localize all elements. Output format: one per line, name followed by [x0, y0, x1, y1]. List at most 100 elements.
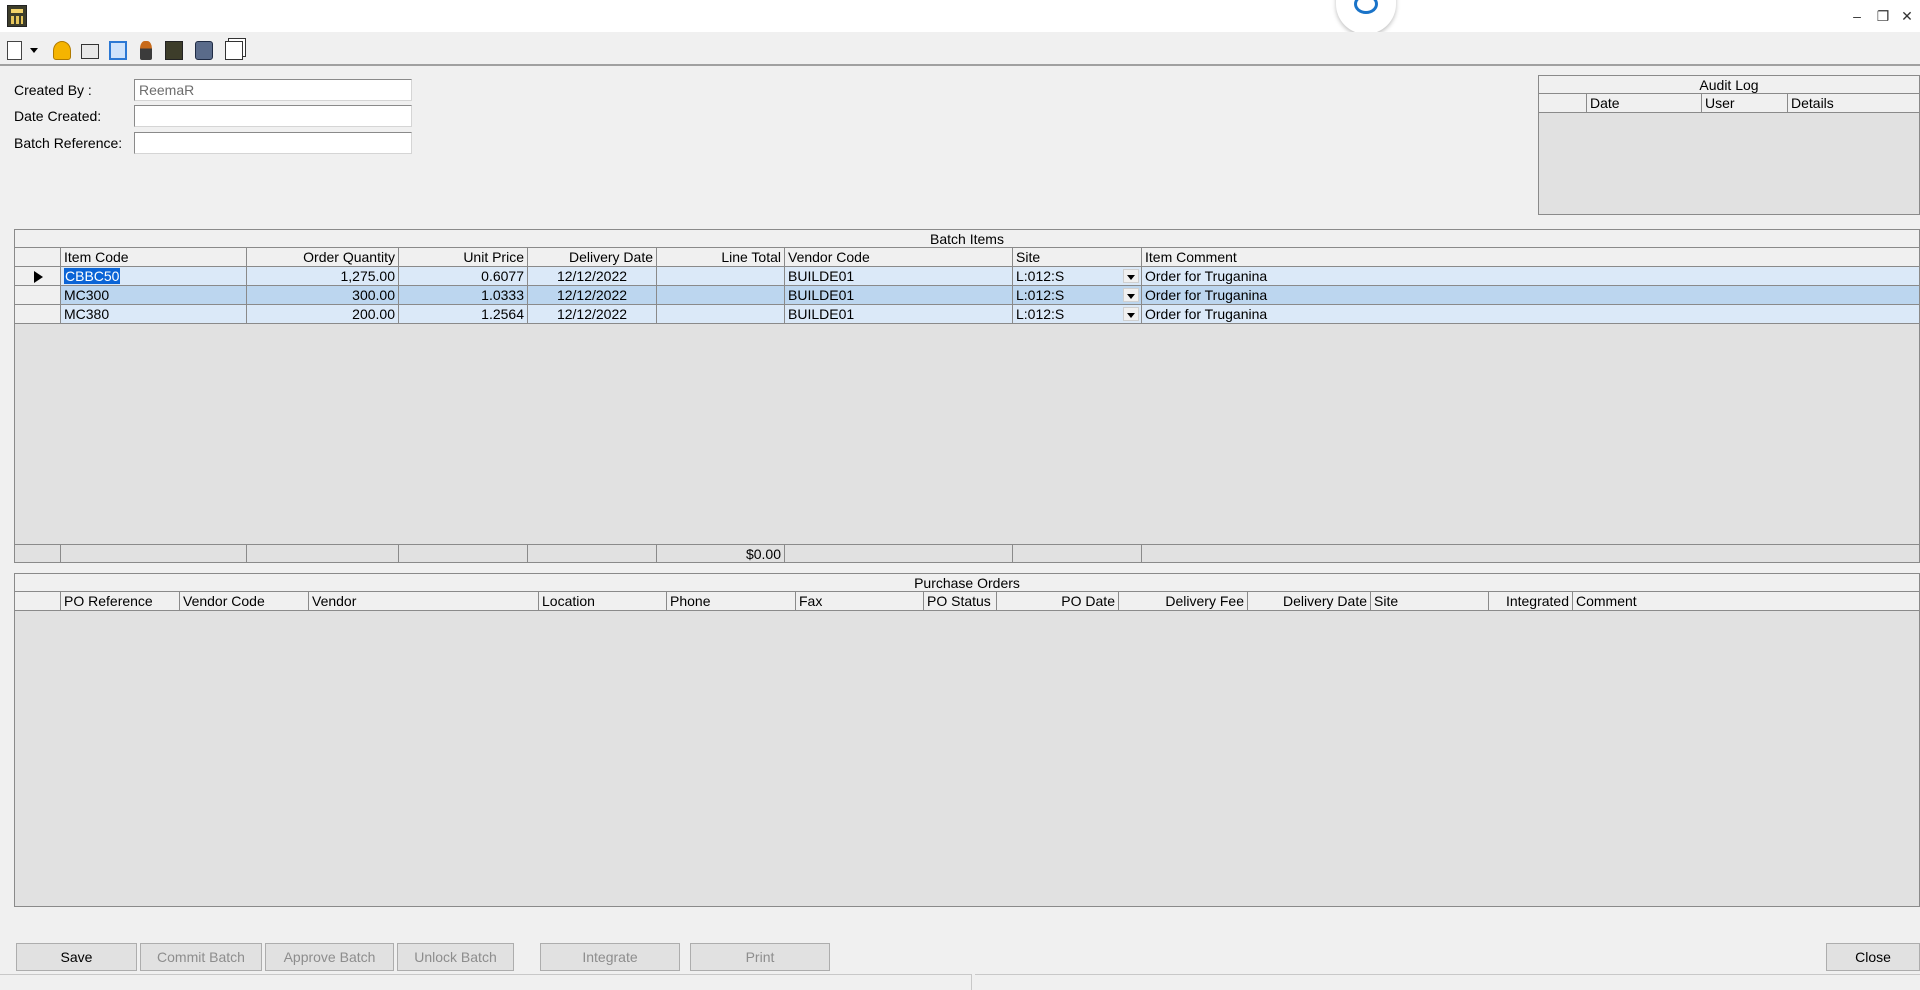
table-row-delivery-date[interactable]: 12/12/2022: [528, 286, 657, 305]
table-row-unit-price[interactable]: 1.0333: [399, 286, 528, 305]
table-row-site[interactable]: L:012:S: [1013, 267, 1142, 286]
table-row-order-quantity[interactable]: 300.00: [247, 286, 399, 305]
audit-log-header-details[interactable]: Details: [1788, 94, 1919, 113]
header-location[interactable]: Location: [539, 592, 667, 611]
header-po-date[interactable]: PO Date: [997, 592, 1119, 611]
table-row-vendor-code[interactable]: BUILDE01: [785, 286, 1013, 305]
new-dropdown-button[interactable]: [26, 37, 42, 63]
approve-batch-button[interactable]: Approve Batch: [265, 943, 394, 971]
table-row-item-comment[interactable]: Order for Truganina: [1142, 305, 1919, 324]
header-delivery-fee[interactable]: Delivery Fee: [1119, 592, 1248, 611]
restore-button[interactable]: ❐: [1872, 6, 1894, 26]
table-row-vendor-code[interactable]: BUILDE01: [785, 267, 1013, 286]
audit-log-header-user[interactable]: User: [1702, 94, 1788, 113]
folder-button[interactable]: [76, 37, 102, 63]
lock-button[interactable]: [48, 37, 74, 63]
status-bar-right: [975, 974, 1920, 990]
cube-button[interactable]: [190, 37, 216, 63]
header-vendor[interactable]: Vendor: [309, 592, 539, 611]
audit-log-header-date[interactable]: Date: [1587, 94, 1702, 113]
batch-items-title: Batch Items: [15, 230, 1919, 248]
title-bar: – ❐ ✕: [0, 0, 1920, 34]
copy-button[interactable]: [104, 37, 130, 63]
table-row-order-quantity[interactable]: 200.00: [247, 305, 399, 324]
integrate-button[interactable]: Integrate: [540, 943, 680, 971]
totals-vendor-code: [785, 544, 1013, 562]
user-button[interactable]: [132, 37, 158, 63]
toolbar: [0, 32, 1920, 66]
current-row-pointer-icon: [34, 271, 43, 283]
lock-icon: [53, 41, 71, 60]
totals-item-comment: [1142, 544, 1919, 562]
commit-batch-button[interactable]: Commit Batch: [140, 943, 262, 971]
table-row-line-total[interactable]: [657, 305, 785, 324]
row-selector[interactable]: [15, 286, 61, 305]
header-comment[interactable]: Comment: [1573, 592, 1919, 611]
table-row-site[interactable]: L:012:S: [1013, 305, 1142, 324]
site-text: L:012:S: [1016, 287, 1065, 303]
folder-icon: [81, 44, 99, 59]
sync-bubble[interactable]: [1336, 0, 1396, 34]
batch-items-grid[interactable]: Batch Items Item Code Order Quantity Uni…: [14, 229, 1920, 563]
table-row-item-code[interactable]: MC380: [61, 305, 247, 324]
table-row-vendor-code[interactable]: BUILDE01: [785, 305, 1013, 324]
table-row-item-comment[interactable]: Order for Truganina: [1142, 267, 1919, 286]
batch-reference-field[interactable]: [134, 132, 412, 154]
header-vendor-code[interactable]: Vendor Code: [785, 248, 1013, 267]
row-selector[interactable]: [15, 267, 61, 286]
header-po-reference[interactable]: PO Reference: [61, 592, 180, 611]
close-button[interactable]: Close: [1826, 943, 1920, 971]
table-row-delivery-date[interactable]: 12/12/2022: [528, 267, 657, 286]
site-dropdown-icon[interactable]: [1123, 269, 1139, 283]
purchase-orders-title: Purchase Orders: [15, 574, 1919, 592]
row-selector[interactable]: [15, 305, 61, 324]
audit-log-grid[interactable]: Audit Log Date User Details: [1538, 75, 1920, 215]
header-order-quantity[interactable]: Order Quantity: [247, 248, 399, 267]
header-po-delivery-date[interactable]: Delivery Date: [1248, 592, 1371, 611]
new-document-button[interactable]: [2, 37, 28, 63]
table-row-item-code[interactable]: MC300: [61, 286, 247, 305]
created-by-field[interactable]: ReemaR: [134, 79, 412, 101]
header-unit-price[interactable]: Unit Price: [399, 248, 528, 267]
header-po-status[interactable]: PO Status: [924, 592, 997, 611]
table-row-item-code[interactable]: CBBC50: [61, 267, 247, 286]
table-row-delivery-date[interactable]: 12/12/2022: [528, 305, 657, 324]
table-row-item-comment[interactable]: Order for Truganina: [1142, 286, 1919, 305]
table-row-unit-price[interactable]: 1.2564: [399, 305, 528, 324]
table-row-line-total[interactable]: [657, 286, 785, 305]
header-integrated[interactable]: Integrated: [1489, 592, 1573, 611]
unlock-batch-button[interactable]: Unlock Batch: [397, 943, 514, 971]
header-delivery-date[interactable]: Delivery Date: [528, 248, 657, 267]
date-created-label: Date Created:: [14, 108, 102, 124]
header-item-code[interactable]: Item Code: [61, 248, 247, 267]
header-fax[interactable]: Fax: [796, 592, 924, 611]
purchase-orders-grid[interactable]: Purchase Orders PO Reference Vendor Code…: [14, 573, 1920, 907]
totals-site: [1013, 544, 1142, 562]
site-dropdown-icon[interactable]: [1123, 288, 1139, 302]
totals-line-total: $0.00: [657, 544, 785, 562]
close-window-button[interactable]: ✕: [1896, 6, 1918, 26]
header-site[interactable]: Site: [1013, 248, 1142, 267]
table-row-unit-price[interactable]: 0.6077: [399, 267, 528, 286]
minimize-button[interactable]: –: [1846, 6, 1868, 26]
calculator-app-icon: [7, 5, 27, 27]
site-dropdown-icon[interactable]: [1123, 307, 1139, 321]
table-row-line-total[interactable]: [657, 267, 785, 286]
totals-delivery-date: [528, 544, 657, 562]
header-line-total[interactable]: Line Total: [657, 248, 785, 267]
header-item-comment[interactable]: Item Comment: [1142, 248, 1919, 267]
calculator-button[interactable]: [160, 37, 186, 63]
header-phone[interactable]: Phone: [667, 592, 796, 611]
totals-order-quantity: [247, 544, 399, 562]
header-po-site[interactable]: Site: [1371, 592, 1489, 611]
status-bar-left: [0, 974, 972, 990]
window-button[interactable]: [220, 37, 246, 63]
new-document-icon: [7, 41, 22, 60]
header-po-vendor-code[interactable]: Vendor Code: [180, 592, 309, 611]
table-row-site[interactable]: L:012:S: [1013, 286, 1142, 305]
save-button[interactable]: Save: [16, 943, 137, 971]
date-created-field[interactable]: [134, 105, 412, 127]
table-row-order-quantity[interactable]: 1,275.00: [247, 267, 399, 286]
print-button[interactable]: Print: [690, 943, 830, 971]
totals-unit-price: [399, 544, 528, 562]
